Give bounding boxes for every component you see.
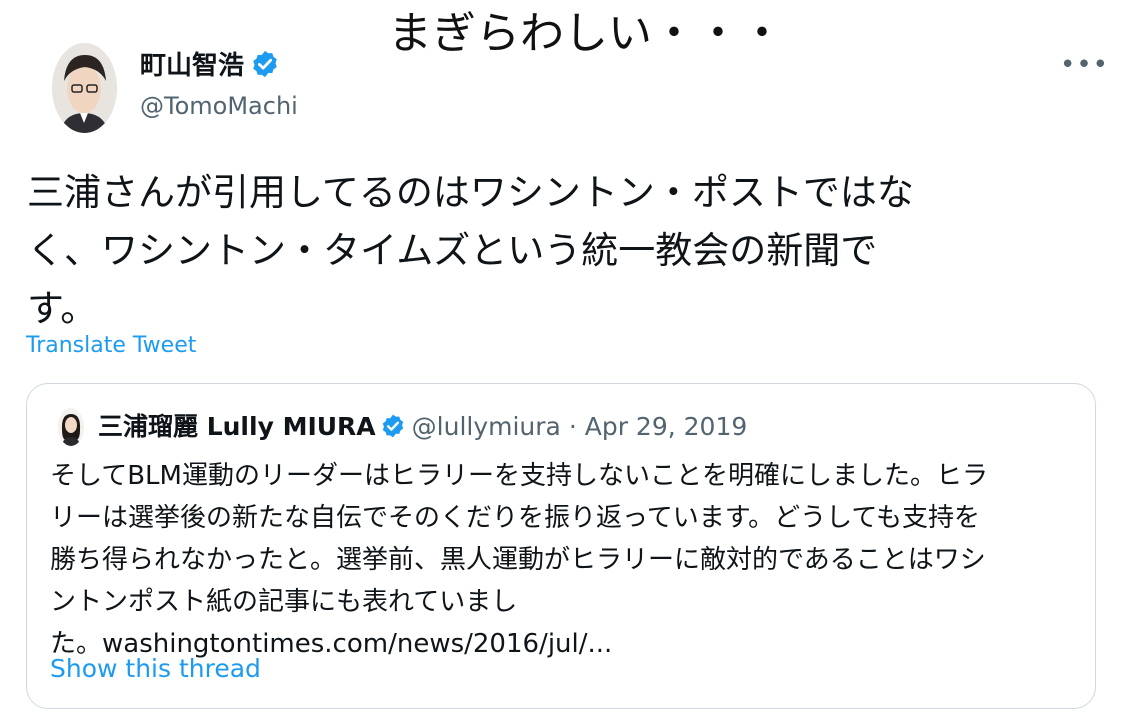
tweet-text-line: 三浦さんが引用してるのはワシントン・ポストではな (27, 171, 914, 214)
verified-badge-icon (380, 413, 406, 439)
author-avatar[interactable] (52, 43, 117, 133)
verified-badge-icon (250, 49, 280, 79)
quoted-author-name[interactable]: 三浦瑠麗 Lully MIURA (98, 412, 376, 441)
tweet-text-line: く、ワシントン・タイムズという統一教会の新聞で (27, 229, 878, 272)
tweet-text-line: す。 (27, 287, 98, 330)
quoted-text-line: リーは選挙後の新たな自伝でそのくだりを振り返っています。どうしても支持を (50, 503, 981, 533)
more-options-icon: ••• (1060, 50, 1110, 80)
author-name[interactable]: 町山智浩 (140, 48, 280, 84)
quoted-tweet-text: そしてBLM運動のリーダーはヒラリーを支持しないことを明確にしました。ヒラ リー… (50, 455, 1085, 665)
quoted-author-handle[interactable]: @lullymiura (412, 412, 561, 441)
more-options-button[interactable]: ••• (1060, 50, 1108, 82)
show-thread-link[interactable]: Show this thread (50, 652, 261, 686)
quoted-text-line: ントンポスト紙の記事にも表れていまし (50, 587, 518, 617)
quoted-text-line: 勝ち得られなかったと。選挙前、黒人運動がヒラリーに敵対的であることはワシ (50, 545, 986, 575)
author-name-text[interactable]: 町山智浩 (140, 51, 244, 81)
translate-tweet-link[interactable]: Translate Tweet (26, 331, 196, 361)
header-separator: · (568, 412, 577, 441)
author-handle[interactable]: @TomoMachi (140, 90, 298, 122)
overlay-caption: まぎらわしい・・・ (388, 8, 784, 59)
quoted-text-line: そしてBLM運動のリーダーはヒラリーを支持しないことを明確にしました。ヒラ (50, 461, 988, 491)
quoted-tweet-header: 三浦瑠麗 Lully MIURA @lullymiura · Apr 29, 20… (98, 410, 747, 444)
avatar-image (52, 43, 117, 133)
tweet-text: 三浦さんが引用してるのはワシントン・ポストではな く、ワシントン・タイムズという… (27, 164, 1047, 338)
quoted-avatar-image (58, 408, 84, 446)
quoted-author-avatar[interactable] (58, 408, 84, 446)
quoted-tweet-date[interactable]: Apr 29, 2019 (585, 412, 748, 441)
